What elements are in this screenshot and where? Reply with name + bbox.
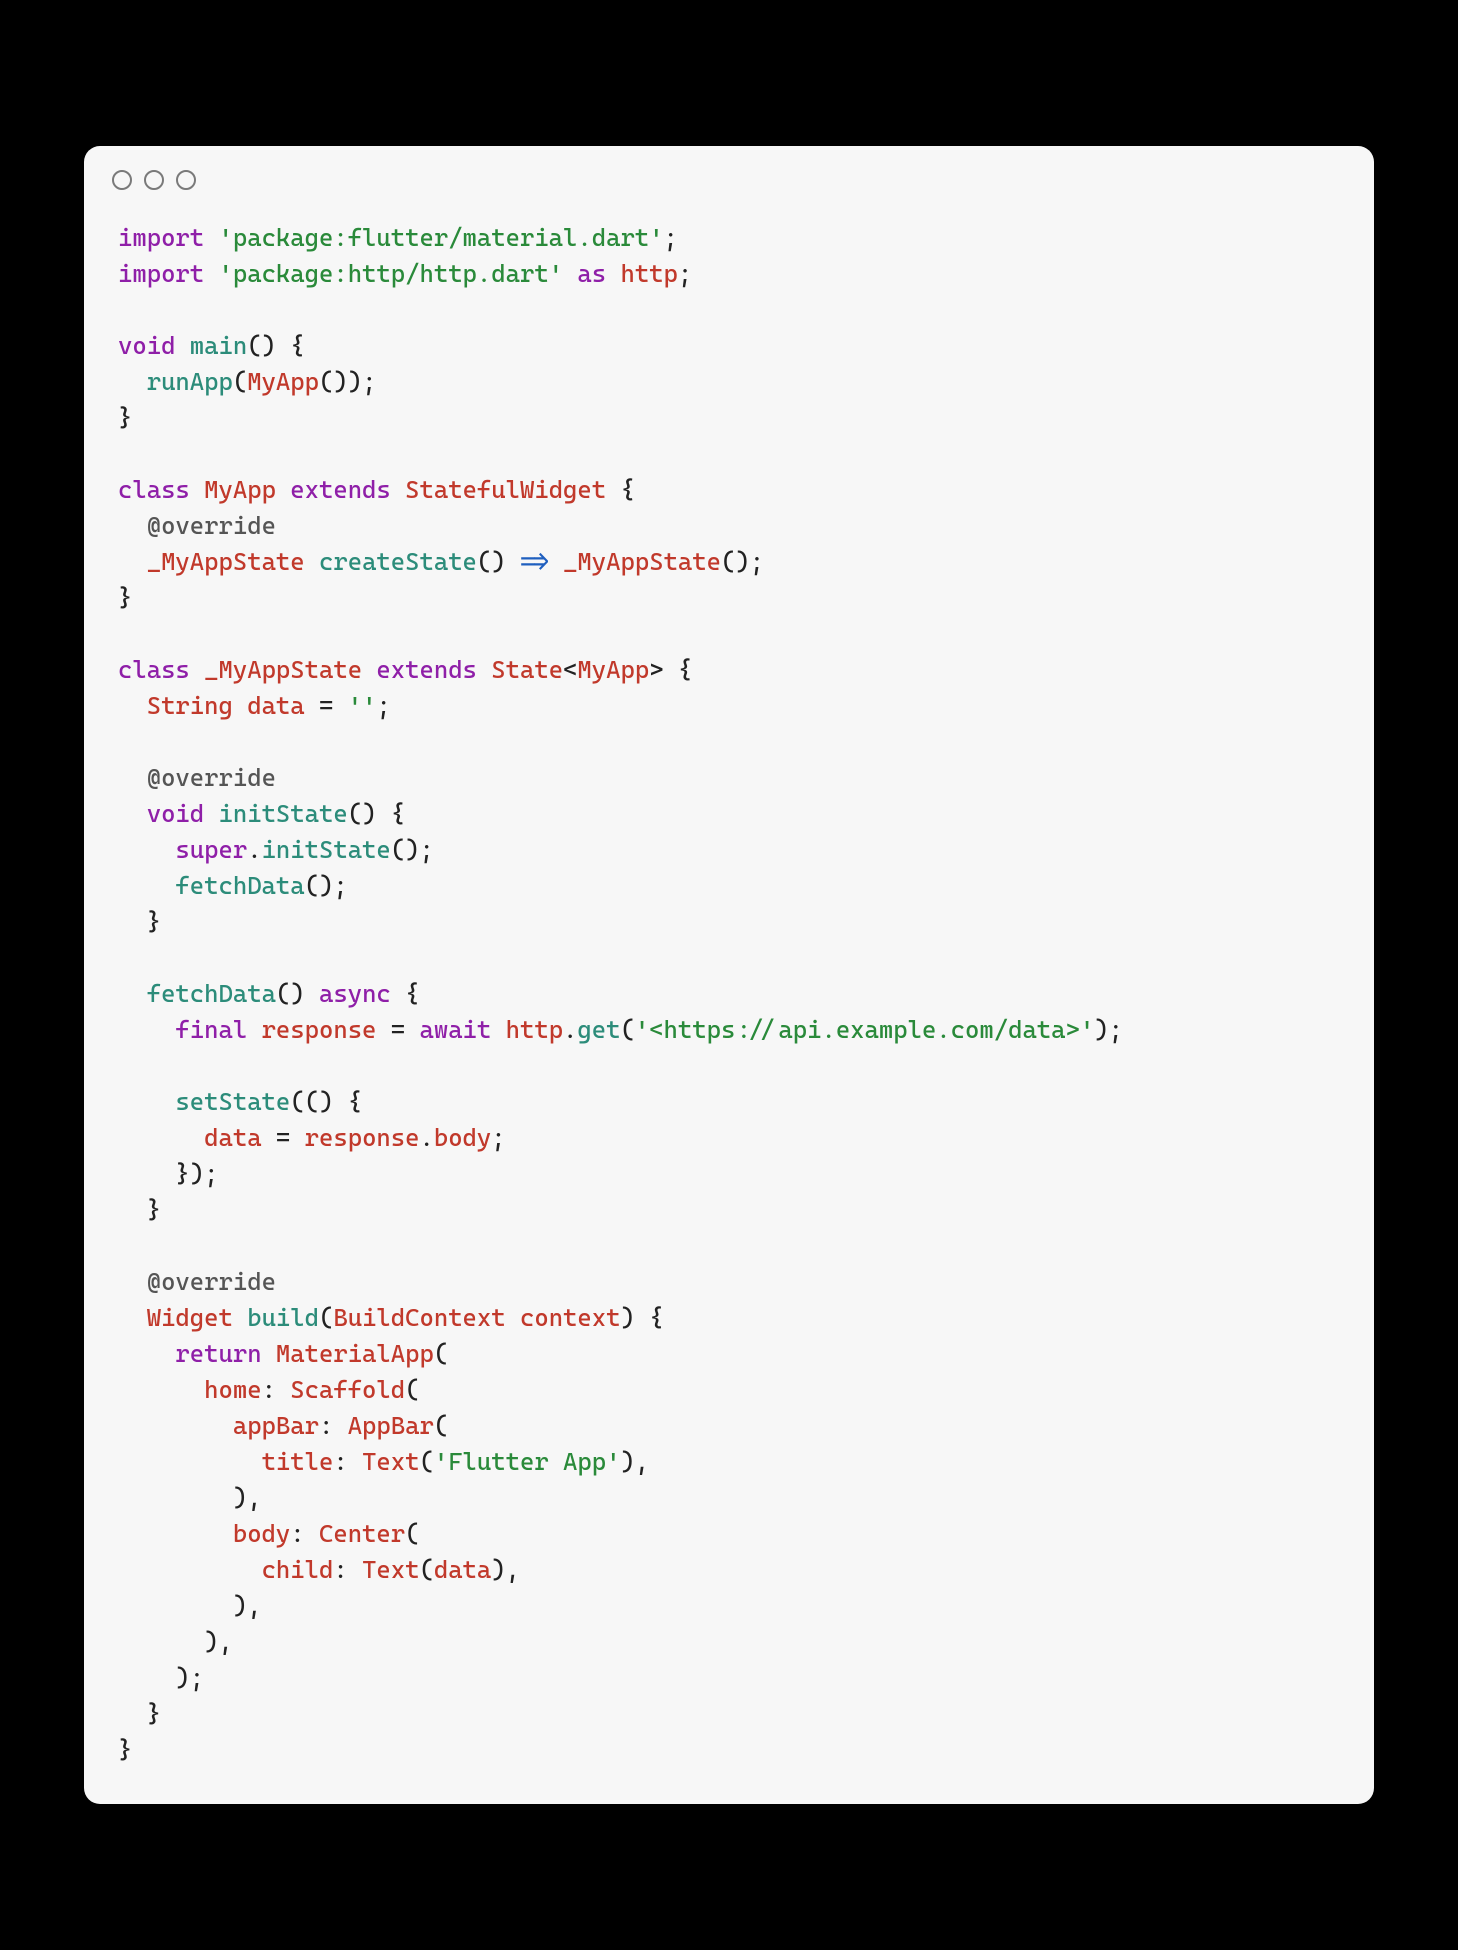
code-line: appBar: AppBar( <box>118 1411 448 1440</box>
code-line: runApp(MyApp()); <box>118 367 376 396</box>
code-line: final response = await http.get('<https:… <box>118 1015 1123 1044</box>
traffic-light-zoom-icon[interactable] <box>176 170 196 190</box>
code-line: home: Scaffold( <box>118 1375 419 1404</box>
code-line: } <box>118 1699 161 1728</box>
code-line: } <box>118 403 132 432</box>
code-block: import 'package:flutter/material.dart'; … <box>84 200 1374 1804</box>
code-line: fetchData(); <box>118 871 348 900</box>
code-line: }); <box>118 1159 219 1188</box>
code-line: data = response.body; <box>118 1123 506 1152</box>
code-line: super.initState(); <box>118 835 434 864</box>
code-line: @override <box>118 511 276 540</box>
code-line: void main() { <box>118 331 305 360</box>
window-titlebar <box>84 146 1374 200</box>
code-line: body: Center( <box>118 1519 419 1548</box>
code-line: ), <box>118 1627 233 1656</box>
code-line: } <box>118 1195 161 1224</box>
code-line: Widget build(BuildContext context) { <box>118 1303 664 1332</box>
code-line: import 'package:flutter/material.dart'; <box>118 223 678 252</box>
code-line: title: Text('Flutter App'), <box>118 1447 649 1476</box>
code-line: return MaterialApp( <box>118 1339 448 1368</box>
code-line: String data = ''; <box>118 691 391 720</box>
code-line: fetchData() async { <box>118 979 420 1008</box>
code-line: import 'package:http/http.dart' as http; <box>118 259 692 288</box>
code-line: } <box>118 583 132 612</box>
code-line: @override <box>118 763 276 792</box>
traffic-light-close-icon[interactable] <box>112 170 132 190</box>
code-line: setState(() { <box>118 1087 362 1116</box>
code-line: } <box>118 907 161 936</box>
code-line: ), <box>118 1591 262 1620</box>
code-line: class _MyAppState extends State<MyApp> { <box>118 655 692 684</box>
code-line: _MyAppState createState() => _MyAppState… <box>118 547 764 576</box>
code-line: ); <box>118 1663 204 1692</box>
code-line: class MyApp extends StatefulWidget { <box>118 475 635 504</box>
code-window: import 'package:flutter/material.dart'; … <box>84 146 1374 1804</box>
code-line: ), <box>118 1483 262 1512</box>
code-line: @override <box>118 1267 276 1296</box>
traffic-light-minimize-icon[interactable] <box>144 170 164 190</box>
code-line: } <box>118 1735 132 1764</box>
code-line: void initState() { <box>118 799 405 828</box>
code-line: child: Text(data), <box>118 1555 520 1584</box>
